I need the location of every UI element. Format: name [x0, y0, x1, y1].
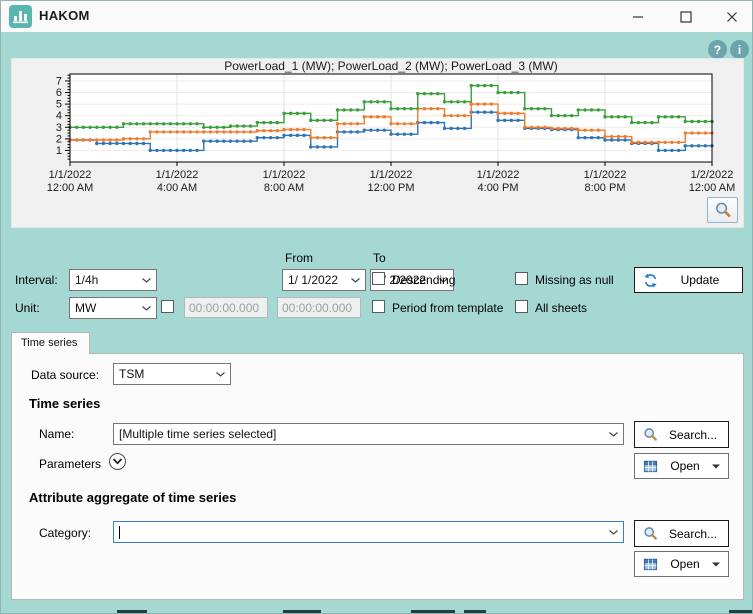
svg-text:2: 2: [56, 133, 62, 145]
maximize-icon: [678, 9, 694, 25]
background-window-edge: [729, 610, 753, 613]
data-source-select[interactable]: TSM: [113, 363, 231, 385]
chart-title: PowerLoad_1 (MW); PowerLoad_2 (MW); Powe…: [224, 59, 557, 73]
period-from-template-label: Period from template: [392, 301, 503, 315]
svg-text:4:00 PM: 4:00 PM: [478, 182, 519, 194]
minimize-button[interactable]: [616, 1, 660, 32]
chevron-down-icon: [112, 458, 123, 465]
from-label: From: [285, 251, 313, 265]
time-to-field[interactable]: 00:00:00.000: [277, 297, 361, 318]
search-category-button[interactable]: Search...: [634, 520, 729, 547]
svg-text:8:00 AM: 8:00 AM: [264, 182, 304, 194]
close-button[interactable]: [709, 1, 753, 32]
svg-text:8:00 PM: 8:00 PM: [585, 182, 626, 194]
chevron-down-icon: [216, 372, 225, 377]
update-button[interactable]: Update: [634, 267, 743, 293]
data-source-label: Data source:: [31, 368, 99, 382]
table-icon: [643, 459, 658, 474]
unit-label: Unit:: [15, 301, 40, 315]
chart-zoom-button[interactable]: [707, 197, 738, 223]
time-series-heading: Time series: [29, 396, 100, 411]
period-from-template-checkbox[interactable]: [372, 300, 385, 313]
maximize-button[interactable]: [664, 1, 708, 32]
from-date-picker[interactable]: 1/ 1/2022: [282, 269, 366, 291]
chevron-down-icon: [142, 278, 151, 283]
chart-panel: PowerLoad_1 (MW); PowerLoad_2 (MW); Powe…: [11, 58, 744, 228]
background-window-edge: [464, 610, 486, 613]
time-from-field[interactable]: 00:00:00.000: [184, 297, 268, 318]
info-button[interactable]: i: [730, 40, 749, 59]
svg-text:5: 5: [56, 99, 62, 111]
missing-as-null-label: Missing as null: [535, 273, 614, 287]
svg-text:12:00 AM: 12:00 AM: [47, 182, 93, 194]
descending-checkbox[interactable]: [372, 272, 385, 285]
all-sheets-checkbox[interactable]: [515, 300, 528, 313]
unit-select[interactable]: MW: [69, 297, 157, 319]
dropdown-caret-icon: [712, 464, 720, 469]
svg-text:12:00 AM: 12:00 AM: [689, 182, 735, 194]
close-icon: [724, 9, 740, 25]
chevron-down-icon: [351, 278, 360, 283]
category-input[interactable]: [113, 521, 624, 543]
open-category-button[interactable]: Open: [634, 551, 729, 577]
search-icon: [643, 526, 658, 541]
name-label: Name:: [39, 427, 74, 441]
svg-text:1/1/2022: 1/1/2022: [477, 169, 520, 181]
minimize-icon: [630, 9, 646, 25]
chevron-down-icon: [142, 306, 151, 311]
interval-select[interactable]: 1/4h: [69, 269, 157, 291]
svg-text:1/1/2022: 1/1/2022: [370, 169, 413, 181]
table-icon: [643, 557, 658, 572]
svg-text:1/1/2022: 1/1/2022: [584, 169, 627, 181]
app-window: HAKOM ? i PowerLoad_1 (MW); PowerLoad_2 …: [0, 0, 753, 614]
svg-text:1: 1: [56, 145, 62, 157]
magnifier-icon: [714, 201, 732, 219]
dropdown-caret-icon: [712, 562, 720, 567]
background-window-edge: [411, 610, 455, 613]
info-icon: i: [738, 44, 741, 56]
help-icon: ?: [714, 44, 721, 56]
titlebar: HAKOM: [1, 1, 752, 32]
background-window-edge: [283, 610, 321, 613]
tab-time-series[interactable]: Time series: [11, 332, 90, 354]
missing-as-null-checkbox[interactable]: [515, 272, 528, 285]
category-label: Category:: [39, 526, 91, 540]
interval-label: Interval:: [15, 273, 58, 287]
search-icon: [643, 427, 658, 442]
name-select[interactable]: [Multiple time series selected]: [113, 423, 624, 445]
search-name-button[interactable]: Search...: [634, 421, 729, 448]
background-window-edge: [117, 610, 147, 613]
timeseries-chart: PowerLoad_1 (MW); PowerLoad_2 (MW); Powe…: [12, 59, 743, 227]
to-label: To: [373, 251, 386, 265]
chevron-down-icon: [609, 432, 618, 437]
svg-text:4:00 AM: 4:00 AM: [157, 182, 197, 194]
parameters-label: Parameters: [39, 457, 101, 471]
svg-text:1/1/2022: 1/1/2022: [156, 169, 199, 181]
time-enable-checkbox[interactable]: [161, 300, 174, 313]
svg-text:6: 6: [56, 87, 62, 99]
refresh-icon: [643, 273, 658, 288]
svg-text:4: 4: [56, 110, 62, 122]
open-name-button[interactable]: Open: [634, 453, 729, 479]
chevron-down-icon: [609, 530, 618, 535]
attribute-aggregate-heading: Attribute aggregate of time series: [29, 490, 236, 505]
text-cursor: [119, 526, 120, 539]
window-title: HAKOM: [39, 8, 90, 23]
svg-text:3: 3: [56, 122, 62, 134]
svg-text:1/1/2022: 1/1/2022: [263, 169, 306, 181]
svg-text:12:00 PM: 12:00 PM: [367, 182, 414, 194]
all-sheets-label: All sheets: [535, 301, 587, 315]
app-logo-icon: [9, 5, 32, 28]
help-button[interactable]: ?: [708, 40, 727, 59]
svg-text:7: 7: [56, 75, 62, 87]
svg-text:1/1/2022: 1/1/2022: [49, 169, 92, 181]
descending-label: Descending: [392, 273, 455, 287]
svg-text:1/2/2022: 1/2/2022: [691, 169, 734, 181]
parameters-expander-button[interactable]: [109, 453, 126, 470]
